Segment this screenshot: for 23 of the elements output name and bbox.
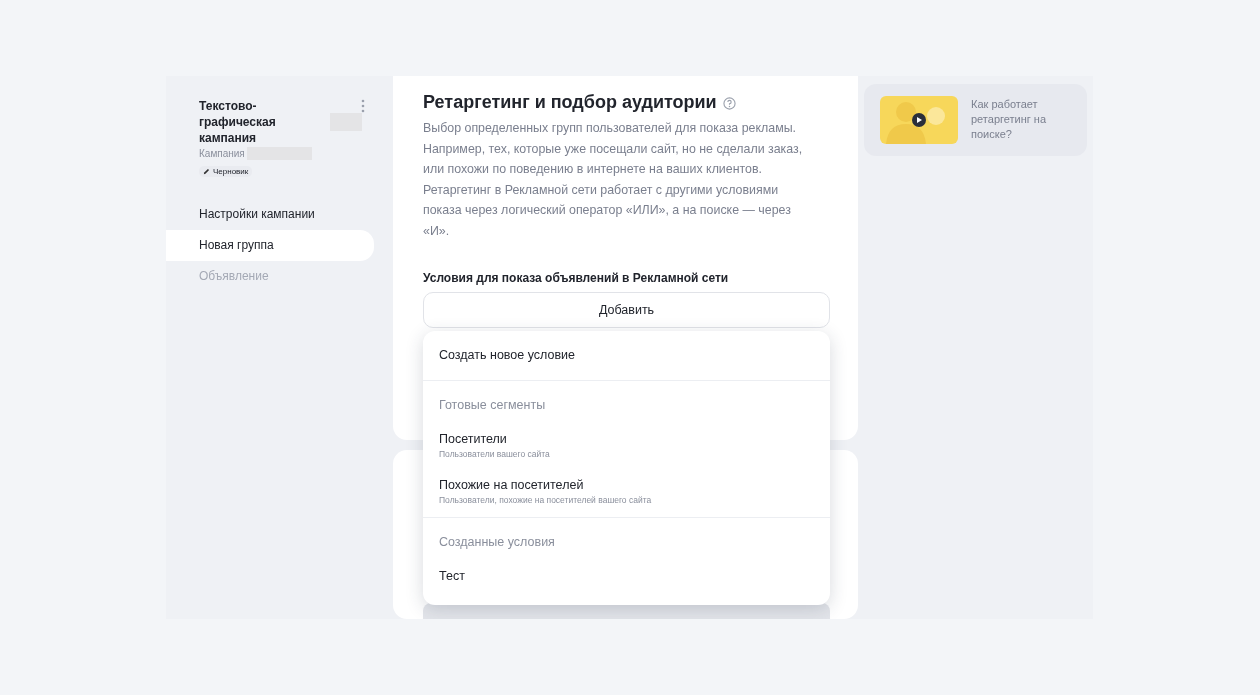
help-icon[interactable]	[722, 96, 736, 109]
menu-item-hint: Пользователи, похожие на посетителей вашего сайта	[439, 495, 653, 505]
conditions-label: Условия для показа объявлений в Рекламной сети	[423, 271, 730, 285]
menu-item[interactable]: Похожие на посетителей	[439, 478, 814, 492]
status-badge: Черновик	[199, 166, 253, 177]
menu-section-header: Созданные условия	[438, 534, 556, 551]
help-card-text: Как работает ретаргетинг на поиске?	[971, 97, 1047, 142]
section-title: Ретаргетинг и подбор аудитории	[423, 92, 717, 113]
section-description: Выбор определенных групп пользователей для показа рекламы. Например, тех, которые уже посещали сайт, но не сделали заказ, или похожи по поведению в интернете на ваших клиентов. Ретаргетинг в Рекламной сети работает с другими условиями показа через логический оператор «ИЛИ», а на поиске — через «И».	[423, 120, 804, 240]
help-card[interactable]: Как работает ретаргетинг на поиске?	[864, 84, 1087, 156]
menu-item[interactable]: Посетители	[439, 432, 814, 446]
more-icon[interactable]	[361, 98, 365, 113]
menu-item[interactable]: Тест	[439, 569, 814, 583]
pencil-icon	[203, 168, 210, 175]
menu-section-header: Готовые сегменты	[438, 397, 547, 414]
sidebar-item[interactable]: Новая группа	[166, 230, 374, 261]
sidebar-item[interactable]: Настройки кампании	[166, 199, 374, 230]
campaign-title: Текстово-графическая кампания	[199, 98, 277, 146]
campaign-label: Кампания	[199, 148, 245, 159]
add-button[interactable]: Добавить	[423, 292, 830, 328]
redaction-bar	[330, 113, 362, 131]
menu-item-hint: Пользователи вашего сайта	[439, 449, 551, 459]
menu-item[interactable]: Создать новое условие	[423, 331, 830, 380]
